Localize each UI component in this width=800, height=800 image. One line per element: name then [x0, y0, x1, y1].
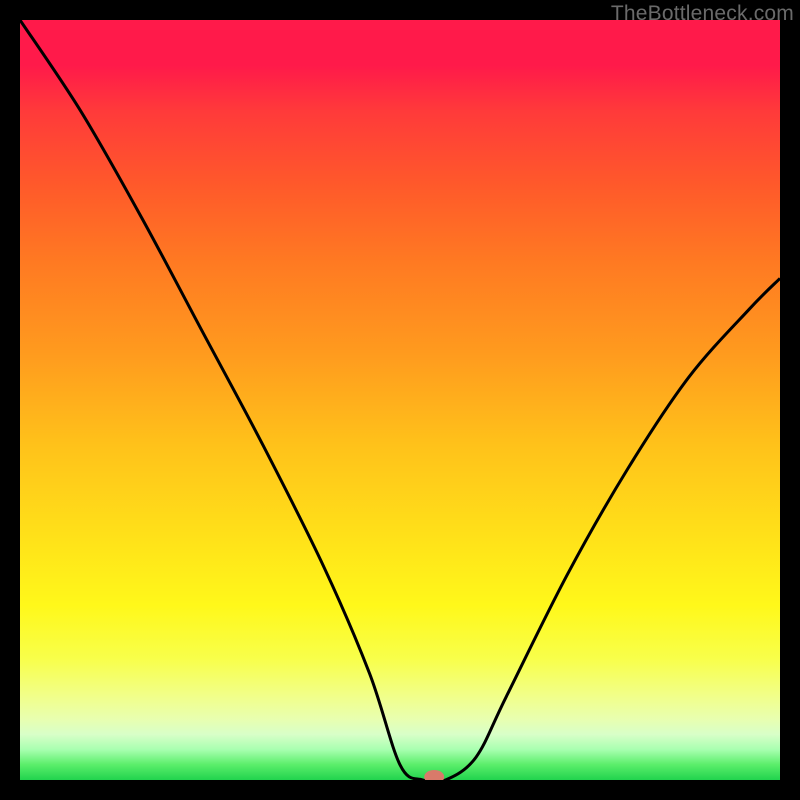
optimum-marker [424, 770, 444, 780]
chart-frame: TheBottleneck.com [0, 0, 800, 800]
watermark-text: TheBottleneck.com [611, 2, 794, 26]
plot-area [20, 20, 780, 780]
bottleneck-curve [20, 20, 780, 780]
bottleneck-curve-svg [20, 20, 780, 780]
